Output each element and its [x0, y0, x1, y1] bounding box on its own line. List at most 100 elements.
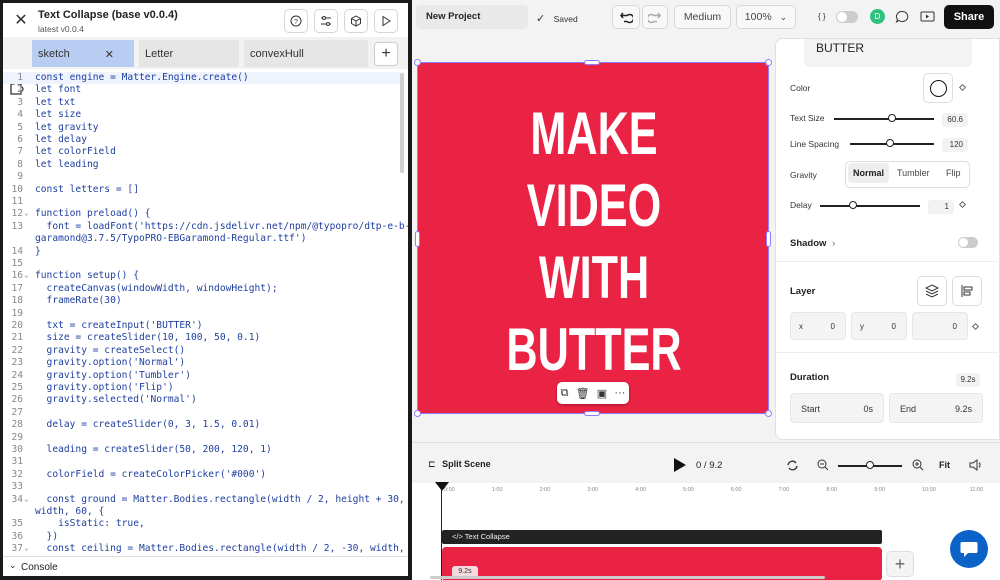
code-line[interactable]: 23 gravity.option('Normal') — [3, 357, 403, 369]
gravity-option-flip[interactable]: Flip — [946, 168, 961, 178]
help-button[interactable]: ? — [284, 9, 308, 33]
zoom-select[interactable]: 100% ⌄ — [736, 5, 796, 29]
code-line[interactable]: 2 let font — [3, 84, 403, 96]
code-line[interactable]: 16 ⌄ function setup() { — [3, 270, 403, 282]
code-line[interactable]: 1 const engine = Matter.Engine.create() — [3, 72, 403, 85]
text-size-slider[interactable] — [834, 118, 934, 120]
console-bar[interactable]: ⌄ Console — [3, 556, 408, 576]
timeline-ruler[interactable]: 0:00 1:00 2:00 3:00 4:00 5:00 6:00 7:00 8:00 9:00… — [442, 483, 1000, 499]
save-icon[interactable]: ▣ — [597, 387, 607, 400]
keyframe-icon[interactable] — [958, 83, 967, 92]
code-line[interactable]: width, 60, { — [3, 506, 403, 518]
code-area[interactable]: 1 const engine = Matter.Engine.create() 2 l… — [3, 69, 408, 556]
slider-knob[interactable] — [849, 201, 857, 209]
code-line[interactable]: 10 const letters = [] — [3, 184, 403, 196]
code-line[interactable]: 6 let delay — [3, 134, 403, 146]
code-line[interactable]: 18 frameRate(30) — [3, 295, 403, 307]
fold-chevron-icon[interactable]: ⌄ — [24, 208, 29, 217]
shadow-heading[interactable]: Shadow › — [790, 238, 835, 249]
code-line[interactable]: 14} — [3, 246, 403, 258]
rotation-field[interactable]: 0 — [912, 312, 968, 340]
code-line[interactable]: 19 — [3, 308, 403, 320]
trash-icon[interactable]: 🗑 — [576, 387, 590, 400]
resize-handle[interactable] — [584, 411, 600, 416]
video-canvas[interactable]: MAKE VIDEO WITH BUTTER — [417, 62, 769, 414]
redo-button[interactable] — [642, 5, 668, 29]
zoom-out-icon[interactable] — [817, 459, 829, 471]
code-line[interactable]: 30 leading = createSlider(50, 200, 120, … — [3, 444, 403, 456]
code-line[interactable]: 9 — [3, 171, 403, 183]
delay-slider[interactable] — [820, 205, 920, 207]
code-line[interactable]: 12 ⌄ function preload() { — [3, 208, 403, 220]
resize-handle[interactable] — [415, 231, 420, 247]
color-picker-button[interactable] — [923, 73, 953, 103]
code-line[interactable]: 24 gravity.option('Tumbler') — [3, 370, 403, 382]
package-button[interactable] — [344, 9, 368, 33]
split-scene-button[interactable]: ⊏ Split Scene — [428, 459, 491, 470]
zoom-in-icon[interactable] — [912, 459, 924, 471]
resize-handle[interactable] — [414, 59, 421, 66]
settings-sliders-button[interactable] — [314, 9, 338, 33]
fold-chevron-icon[interactable]: ⌄ — [24, 494, 29, 503]
y-field[interactable]: y 0 — [851, 312, 907, 340]
keyframe-icon[interactable] — [971, 322, 980, 331]
project-name-input[interactable]: New Project — [416, 5, 528, 29]
clip-label[interactable]: </> Text Collapse — [442, 530, 882, 544]
code-line[interactable]: 7 let colorField — [3, 146, 403, 158]
duplicate-icon[interactable]: ⧉ — [561, 387, 569, 400]
add-tab-button[interactable]: + — [374, 42, 398, 66]
code-line[interactable]: 35 isStatic: true, — [3, 518, 403, 530]
slider-knob[interactable] — [888, 114, 896, 122]
code-line[interactable]: 8 let leading — [3, 159, 403, 171]
code-line[interactable]: 31 — [3, 456, 403, 468]
run-button[interactable] — [374, 9, 398, 33]
preview-icon[interactable] — [920, 10, 935, 24]
canvas-text[interactable]: MAKE VIDEO WITH BUTTER — [467, 98, 720, 386]
close-icon[interactable]: ✕ — [105, 48, 114, 61]
text-size-value[interactable]: 60.6 — [942, 113, 968, 127]
undo-button[interactable] — [612, 5, 640, 29]
code-line[interactable]: 13 font = loadFont('https://cdn.jsdelivr… — [3, 221, 408, 233]
code-line[interactable]: 20 txt = createInput('BUTTER') — [3, 320, 403, 332]
align-button[interactable] — [952, 276, 982, 306]
code-line[interactable]: 34 ⌄ const ground = Matter.Bodies.rectang… — [3, 494, 404, 506]
code-line[interactable]: 33 — [3, 481, 403, 493]
play-icon[interactable] — [673, 457, 687, 473]
fold-chevron-icon[interactable]: ⌄ — [24, 270, 29, 279]
add-clip-button[interactable]: + — [886, 551, 914, 577]
code-line[interactable]: 28 delay = createSlider(0, 3, 1.5, 0.01) — [3, 419, 403, 431]
code-line[interactable]: 21 size = createSlider(10, 100, 50, 0.1) — [3, 332, 403, 344]
timeline-scrollbar[interactable] — [430, 576, 825, 579]
code-line[interactable]: garamond@3.7.5/TypoPRO-EBGaramond-Regula… — [3, 233, 403, 245]
fit-button[interactable]: Fit — [939, 460, 950, 470]
code-line[interactable]: 5 let gravity — [3, 122, 403, 134]
resize-handle[interactable] — [584, 60, 600, 65]
slider-knob[interactable] — [886, 139, 895, 147]
text-input[interactable]: BUTTER — [804, 39, 972, 67]
volume-icon[interactable] — [969, 459, 983, 471]
code-line[interactable]: 22 gravity = createSelect() — [3, 345, 403, 357]
resize-handle[interactable] — [766, 231, 771, 247]
avatar[interactable]: D — [870, 9, 885, 24]
shadow-toggle[interactable] — [958, 237, 978, 248]
code-line[interactable]: 37 ⌄ const ceiling = Matter.Bodies.rectan… — [3, 543, 404, 555]
resize-handle[interactable] — [765, 59, 772, 66]
share-button[interactable]: Share — [944, 5, 994, 29]
resize-handle[interactable] — [765, 410, 772, 417]
loop-icon[interactable] — [786, 459, 799, 472]
x-field[interactable]: x 0 — [790, 312, 846, 340]
line-spacing-value[interactable]: 120 — [942, 138, 968, 152]
code-line[interactable]: 27 — [3, 407, 403, 419]
chat-support-button[interactable] — [950, 530, 988, 568]
quality-select[interactable]: Medium — [674, 5, 731, 29]
code-line[interactable]: 17 createCanvas(windowWidth, windowHeigh… — [3, 283, 403, 295]
playhead-icon[interactable] — [434, 482, 450, 492]
resize-handle[interactable] — [414, 410, 421, 417]
code-line[interactable]: 11 — [3, 196, 403, 208]
comment-icon[interactable] — [895, 10, 909, 24]
layers-button[interactable] — [917, 276, 947, 306]
end-field[interactable]: End 9.2s — [889, 393, 983, 423]
code-line[interactable]: 15 — [3, 258, 403, 270]
code-line[interactable]: 36 }) — [3, 531, 403, 543]
gravity-option-tumbler[interactable]: Tumbler — [897, 168, 930, 178]
